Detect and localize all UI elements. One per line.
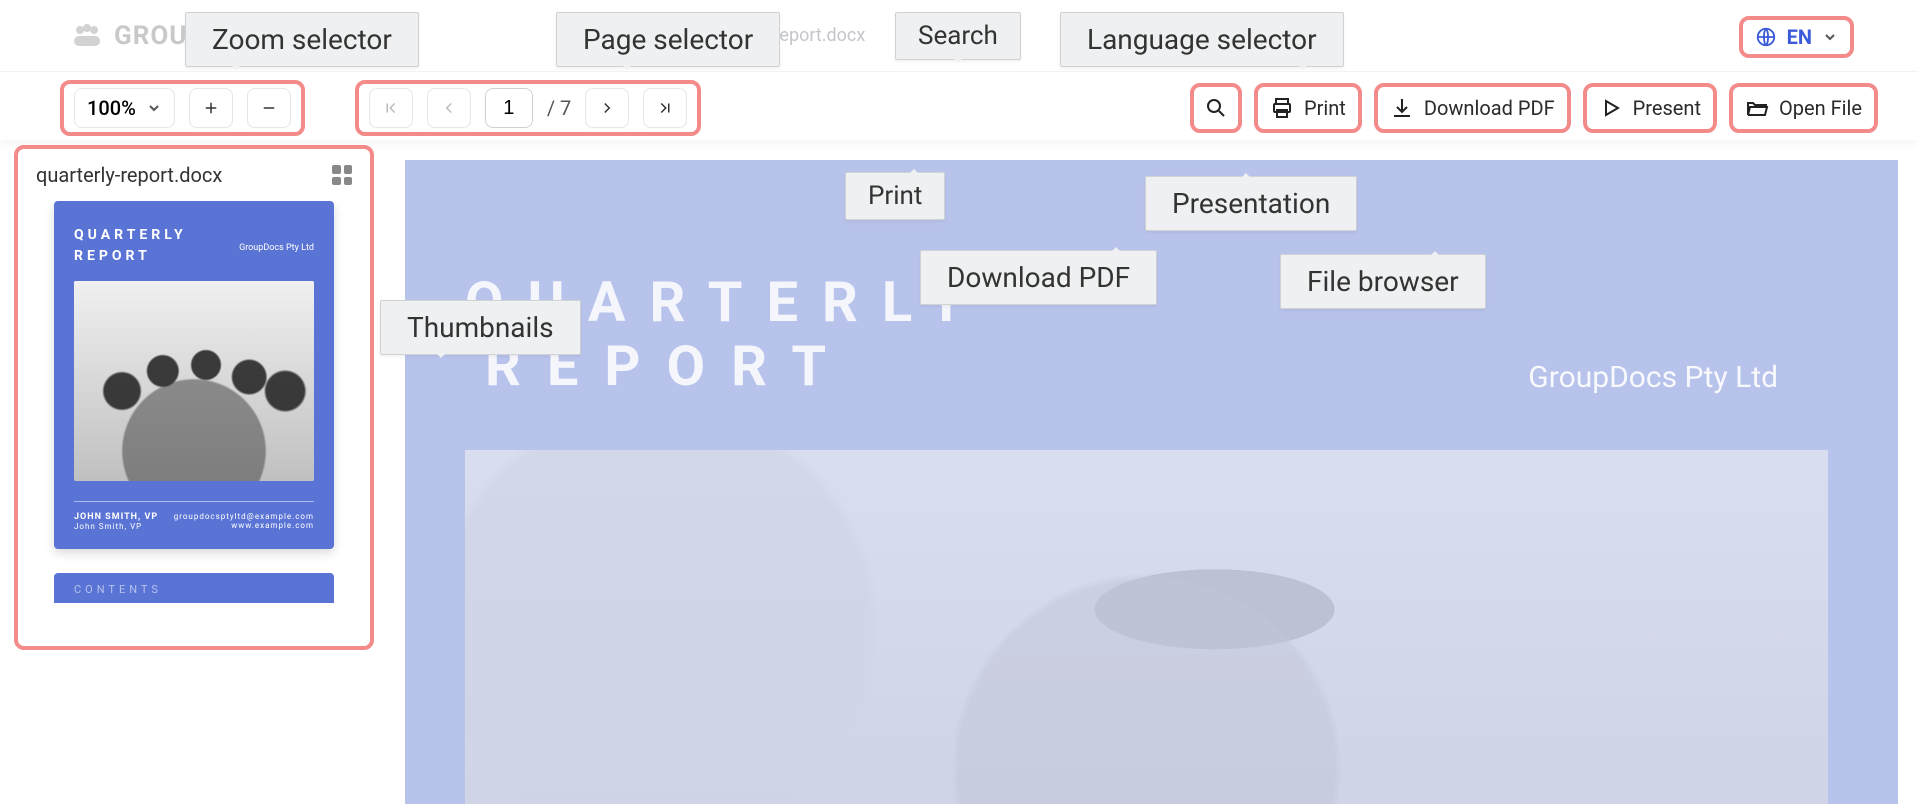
thumb-author-sub: John Smith, VP [74, 522, 158, 531]
toolbar: 100% / 7 Print [0, 76, 1918, 140]
callout-pdf: Download PDF [920, 250, 1157, 305]
thumbnail-page-1[interactable]: QUARTERLY REPORT GroupDocs Pty Ltd JOHN … [54, 201, 334, 549]
present-button[interactable]: Present [1583, 83, 1717, 133]
doc-company: GroupDocs Pty Ltd [1528, 360, 1778, 395]
minus-icon [260, 99, 278, 117]
callout-pages: Page selector [556, 12, 780, 67]
groupdocs-logo-icon [70, 22, 104, 50]
page-total: / 7 [547, 96, 571, 120]
thumb-title-1: QUARTERLY [74, 227, 187, 243]
download-pdf-label: Download PDF [1424, 96, 1555, 120]
download-icon [1390, 96, 1414, 120]
search-button[interactable] [1190, 83, 1242, 133]
chevron-right-icon [598, 99, 616, 117]
chevron-down-icon [146, 100, 162, 116]
print-label: Print [1304, 96, 1346, 120]
thumb-company: GroupDocs Pty Ltd [239, 243, 314, 253]
doc-cover-image [465, 450, 1828, 804]
last-page-icon [656, 99, 674, 117]
thumbnails-filename: quarterly-report.docx [36, 163, 222, 187]
thumbnails-panel: quarterly-report.docx QUARTERLY REPORT G… [14, 145, 374, 650]
language-code: EN [1787, 25, 1812, 49]
thumbnail-page-2[interactable]: CONTENTS [54, 573, 334, 603]
chevron-down-icon [1822, 29, 1838, 45]
open-file-label: Open File [1779, 96, 1862, 120]
thumb-title-2: REPORT [74, 248, 151, 264]
present-label: Present [1633, 96, 1701, 120]
thumb-email: groupdocsptyltd@example.com [174, 512, 314, 521]
printer-icon [1270, 96, 1294, 120]
language-selector[interactable]: EN [1739, 16, 1854, 58]
thumbnails-grid-toggle[interactable] [332, 165, 352, 185]
thumbnails-scroll[interactable]: QUARTERLY REPORT GroupDocs Pty Ltd JOHN … [18, 201, 370, 648]
toolbar-right: Print Download PDF Present Open File [1190, 83, 1878, 133]
callout-thumbs: Thumbnails [380, 300, 581, 355]
globe-icon [1755, 26, 1777, 48]
first-page-button[interactable] [369, 88, 413, 128]
zoom-value: 100% [87, 96, 136, 120]
callout-print: Print [845, 172, 945, 220]
prev-page-button[interactable] [427, 88, 471, 128]
plus-icon [202, 99, 220, 117]
page-selector-group: / 7 [355, 80, 701, 136]
callout-files: File browser [1280, 254, 1486, 309]
first-page-icon [382, 99, 400, 117]
thumb2-label: CONTENTS [74, 583, 162, 596]
open-file-button[interactable]: Open File [1729, 83, 1878, 133]
thumb-author: JOHN SMITH, VP [74, 512, 158, 522]
zoom-out-button[interactable] [247, 88, 291, 128]
search-icon [1204, 96, 1228, 120]
thumbnails-header: quarterly-report.docx [18, 149, 370, 201]
zoom-selector-group: 100% [60, 80, 305, 136]
callout-zoom: Zoom selector [185, 12, 419, 67]
next-page-button[interactable] [585, 88, 629, 128]
play-icon [1599, 96, 1623, 120]
zoom-value-dropdown[interactable]: 100% [74, 88, 175, 128]
folder-open-icon [1745, 96, 1769, 120]
thumb-site: www.example.com [174, 521, 314, 530]
callout-search: Search [895, 12, 1021, 60]
callout-present: Presentation [1145, 176, 1357, 231]
page-number-input[interactable] [485, 88, 533, 128]
print-button[interactable]: Print [1254, 83, 1362, 133]
last-page-button[interactable] [643, 88, 687, 128]
thumb-cover-image [74, 281, 314, 481]
chevron-left-icon [440, 99, 458, 117]
callout-language: Language selector [1060, 12, 1344, 67]
download-pdf-button[interactable]: Download PDF [1374, 83, 1571, 133]
zoom-in-button[interactable] [189, 88, 233, 128]
